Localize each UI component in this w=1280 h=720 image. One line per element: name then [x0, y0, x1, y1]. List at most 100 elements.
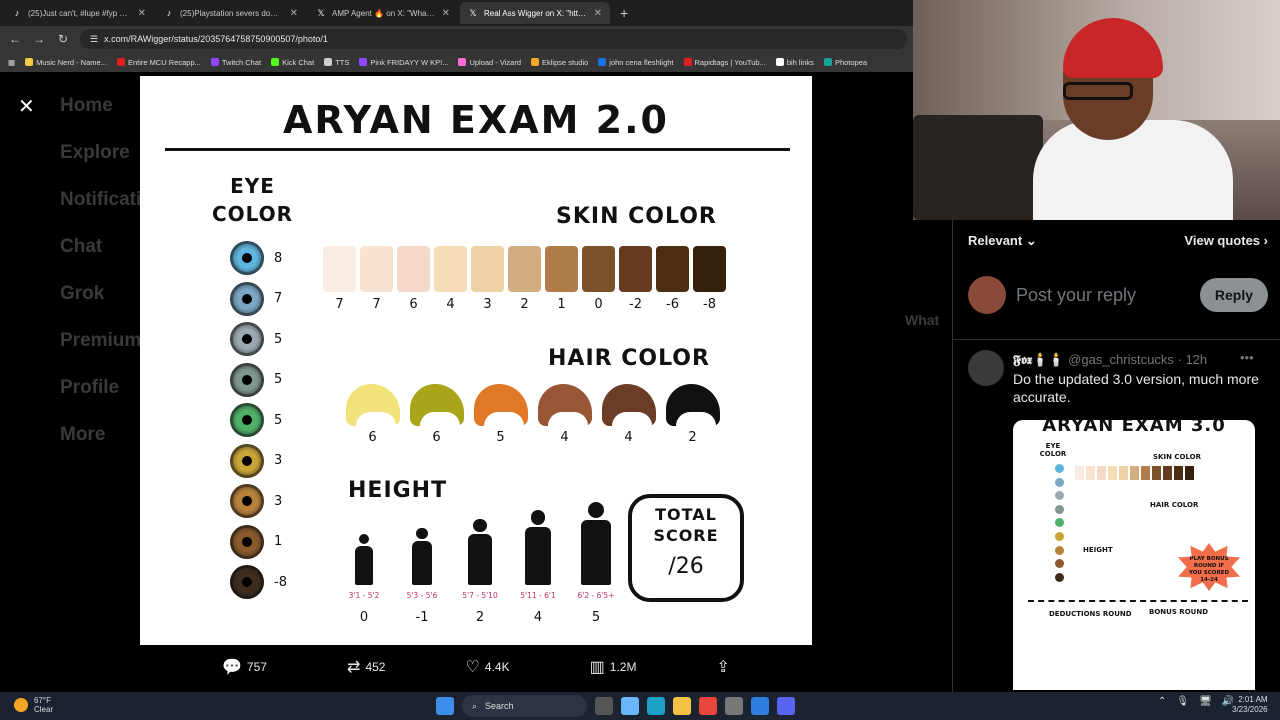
new-tab-icon[interactable]: + — [612, 5, 636, 21]
hair-list: 6 6 5 4 4 2 — [345, 384, 720, 445]
bg-nav-label: Profile — [60, 376, 120, 398]
bookmark-label: Twitch Chat — [221, 57, 262, 67]
bg-nav-label: More — [60, 423, 106, 445]
hair-swatch — [473, 384, 528, 426]
photo-viewer: Home Explore Notifications Chat Grok Premium P… — [0, 72, 952, 692]
bookmark[interactable]: TTS — [324, 58, 349, 67]
webcam-overlay — [913, 0, 1280, 220]
mic-icon[interactable]: 🎙 — [1176, 696, 1189, 707]
tweet-avatar[interactable] — [968, 350, 1004, 386]
notepad-icon[interactable] — [751, 697, 769, 715]
bookmark-label: Upload - Vizard — [469, 57, 522, 67]
figure-body — [355, 546, 373, 585]
app-icon[interactable] — [725, 697, 743, 715]
more-icon[interactable]: ••• — [1240, 350, 1254, 365]
bookmark[interactable]: Entire MCU Recapp... — [116, 58, 201, 67]
browser-tab[interactable]: ♪ (25)Playstation severs down Ap ✕ — [156, 2, 306, 24]
bookmark[interactable]: bih links — [775, 57, 814, 67]
network-icon[interactable]: 🖥 — [1199, 696, 1212, 707]
task-view-icon[interactable] — [595, 697, 613, 715]
close-tab-icon[interactable]: ✕ — [594, 8, 602, 19]
bookmark[interactable]: Music Nerd - Name... — [25, 58, 107, 67]
taskbar-search[interactable]: ⌕ Search — [462, 695, 587, 717]
tab-title: AMP Agent 🔥 on X: "What wo — [332, 8, 436, 18]
bookmark-icon — [324, 58, 333, 66]
mini-skin-swatch — [1097, 466, 1106, 480]
bookmark-icon — [598, 58, 607, 66]
reply-button[interactable]: Reply — [1199, 278, 1268, 312]
repost-action[interactable]: ⇄ 452 — [347, 657, 385, 677]
tray-chevron-icon[interactable]: ⌃ — [1158, 696, 1166, 707]
back-icon[interactable]: ← — [8, 32, 22, 46]
bookmark[interactable]: Eklipse studio — [531, 58, 588, 67]
view-quotes-link[interactable]: View quotes › — [1184, 233, 1268, 249]
eye-row: 5 — [230, 360, 294, 401]
close-tab-icon[interactable]: ✕ — [138, 8, 146, 19]
view-quotes-label: View quotes — [1184, 233, 1261, 248]
discord-icon[interactable] — [777, 697, 795, 715]
share-action[interactable]: ⇪ — [717, 657, 730, 677]
start-icon[interactable] — [436, 697, 454, 715]
tweet-handle[interactable]: @gas_christcucks — [1068, 352, 1174, 367]
height-range: 5'7 - 5'10 — [462, 591, 498, 600]
forward-icon[interactable]: → — [32, 32, 46, 46]
eye-swatch — [230, 443, 264, 478]
hair-score: 6 — [432, 430, 441, 445]
hair-swatch — [409, 384, 464, 426]
weather-temp: 67°F — [34, 696, 51, 705]
bookmark[interactable]: Rapidtags | YouTub... — [683, 58, 766, 67]
skin-item: 3 — [471, 246, 504, 312]
bookmark-icon — [775, 58, 784, 66]
bookmark[interactable]: Kick Chat — [271, 58, 314, 67]
browser-tab[interactable]: 𝕏 Real Ass Wigger on X: "https:// ✕ — [460, 2, 610, 24]
bookmark-label: Music Nerd - Name... — [36, 57, 107, 67]
close-tab-icon[interactable]: ✕ — [290, 8, 298, 19]
clock[interactable]: 2:01 AM 3/23/2026 — [1232, 695, 1268, 715]
reload-icon[interactable]: ↻ — [56, 32, 70, 46]
apps-icon[interactable]: ▦ — [8, 58, 15, 67]
skin-score: 3 — [483, 297, 492, 312]
sun-icon — [14, 698, 28, 712]
sort-relevant[interactable]: Relevant ⌄ — [968, 233, 1037, 249]
reply-input[interactable]: Post your reply — [1016, 285, 1190, 306]
close-tab-icon[interactable]: ✕ — [442, 8, 450, 19]
tweet-time[interactable]: 12h — [1185, 352, 1207, 367]
hair-heading: HAIR COLOR — [548, 346, 710, 371]
bookmark[interactable]: john cena fleshlight — [598, 58, 674, 67]
browser-tab[interactable]: 𝕏 AMP Agent 🔥 on X: "What wo ✕ — [308, 2, 458, 24]
url-field[interactable]: ☰ x.com/RAWigger/status/2035764758750900… — [80, 29, 907, 49]
views-action[interactable]: ▥ 1.2M — [590, 657, 637, 677]
bookmark[interactable]: Photopea — [823, 57, 868, 67]
height-score: 2 — [475, 610, 485, 625]
bookmark-label: Pink FRIDAYY W KP!... — [370, 57, 449, 67]
chrome-icon[interactable] — [699, 697, 717, 715]
browser-tab[interactable]: ♪ (25)Just can't, #lupe #fyp #men ✕ — [4, 2, 154, 24]
edge-icon[interactable] — [647, 697, 665, 715]
mini-eye — [1055, 491, 1064, 501]
x-icon: 𝕏 — [317, 8, 325, 18]
mini-skin-swatch — [1185, 466, 1194, 480]
bookmark[interactable]: Twitch Chat — [210, 57, 262, 67]
like-action[interactable]: ♡ 4.4K — [466, 657, 510, 677]
clock-time: 2:01 AM — [1238, 695, 1268, 704]
tweet-name[interactable]: 𝕱𝖔𝖝🕯️🕯️ — [1013, 352, 1065, 367]
skin-swatch — [434, 246, 467, 292]
tweet-image[interactable]: ARYAN EXAM 3.0 EYE COLOR SKIN COLOR HAIR… — [1013, 420, 1255, 690]
weather-widget[interactable]: 67°F Clear — [14, 696, 53, 714]
eye-list: 8 7 5 5 5 3 3 1 -8 — [230, 238, 294, 603]
bookmark-label: bih links — [786, 57, 814, 67]
copilot-icon[interactable] — [621, 697, 639, 715]
hair-swatch — [537, 384, 592, 426]
bookmark[interactable]: Upload - Vizard — [458, 58, 521, 67]
mini-skin-swatch — [1141, 466, 1150, 480]
hair-score: 6 — [368, 430, 377, 445]
reply-action[interactable]: 💬 757 — [222, 657, 267, 677]
file-explorer-icon[interactable] — [673, 697, 691, 715]
bookmark[interactable]: Pink FRIDAYY W KP!... — [359, 58, 448, 67]
site-info-icon[interactable]: ☰ — [90, 34, 98, 45]
total-score-box: TOTAL SCORE /26 — [628, 494, 744, 602]
hair-item: 4 — [537, 384, 592, 445]
bg-nav-label: Premium — [60, 329, 142, 351]
bookmark-label: Photopea — [834, 57, 868, 67]
close-icon[interactable]: ✕ — [18, 94, 35, 119]
